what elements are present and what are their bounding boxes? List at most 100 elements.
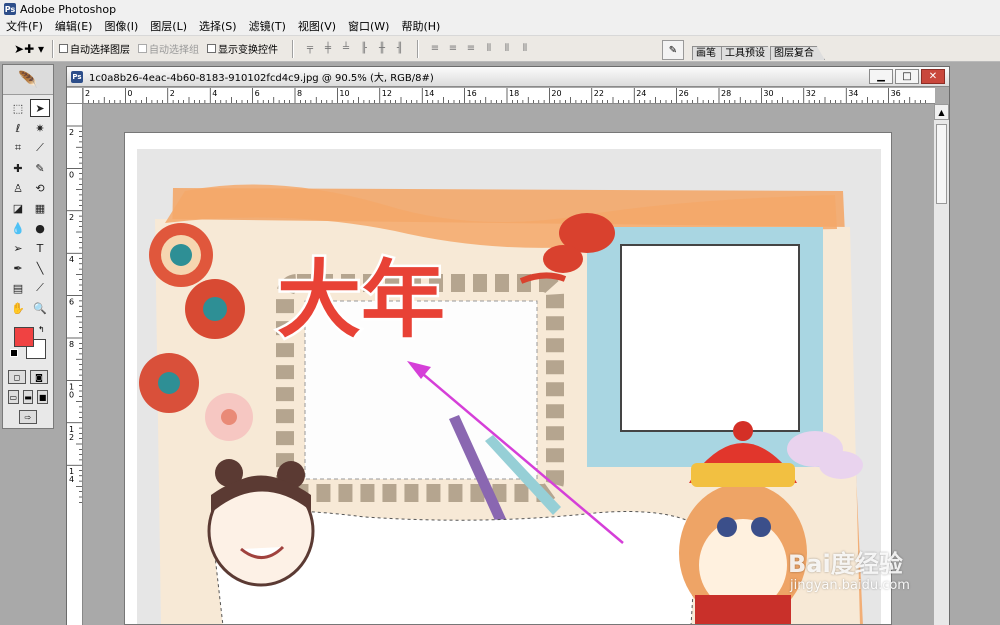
screen-mode-full-icon[interactable]: ■ [37, 390, 49, 404]
mask-mode-row: ◻ ◙ [3, 367, 53, 387]
app-title: Adobe Photoshop [20, 2, 117, 16]
scroll-thumb[interactable] [936, 124, 947, 204]
minimize-button[interactable]: ▁ [869, 69, 893, 84]
slice-icon[interactable]: ⟋ [30, 139, 50, 157]
maximize-button[interactable]: □ [895, 69, 919, 84]
image-canvas[interactable]: 大年 [124, 132, 892, 625]
photoshop-icon: Ps [4, 3, 16, 15]
vertical-ruler[interactable]: 202468101214 [67, 104, 83, 625]
ruler-label: 18 [509, 89, 519, 98]
ruler-label: 34 [848, 89, 858, 98]
checkbox-box[interactable] [207, 44, 216, 53]
clone-stamp-icon[interactable]: ♙ [8, 179, 28, 197]
divider [417, 39, 418, 58]
ruler-label: 30 [763, 89, 773, 98]
distribute-top-icon[interactable]: ≡ [428, 42, 442, 56]
distribute-right-icon[interactable]: ⦀ [518, 42, 532, 56]
gradient-icon[interactable]: ▦ [30, 199, 50, 217]
move-icon[interactable]: ➤✚ ▾ [12, 39, 46, 59]
menu-help[interactable]: 帮助(H) [395, 19, 446, 35]
show-transform-checkbox[interactable]: 显示变换控件 [207, 41, 278, 56]
ruler-label: 4 [69, 475, 74, 484]
ruler-label: 26 [679, 89, 689, 98]
menu-view[interactable]: 视图(V) [292, 19, 342, 35]
swap-colors-icon[interactable]: ↰ [38, 325, 45, 334]
menu-filter[interactable]: 滤镜(T) [243, 19, 292, 35]
divider [52, 39, 53, 58]
align-hcenter-icon[interactable]: ╫ [375, 42, 389, 56]
color-swatches: ↰ [8, 325, 48, 363]
horizontal-ruler[interactable]: 2 0 2 4 6 8 10 12 14 16 18 20 22 24 26 28 30 32 34 36 [83, 88, 935, 104]
scroll-up-icon[interactable]: ▲ [934, 104, 949, 120]
menu-image[interactable]: 图像(I) [98, 19, 144, 35]
path-select-icon[interactable]: ➢ [8, 239, 28, 257]
type-icon[interactable]: T [30, 239, 50, 257]
tab-tool-presets[interactable]: 工具预设 [721, 46, 776, 60]
show-transform-label: 显示变换控件 [218, 45, 278, 56]
dodge-icon[interactable]: ● [30, 219, 50, 237]
ruler-corner[interactable] [67, 88, 83, 104]
distribute-bottom-icon[interactable]: ≡ [464, 42, 478, 56]
menu-window[interactable]: 窗口(W) [342, 19, 395, 35]
magic-wand-icon[interactable]: ✷ [30, 119, 50, 137]
ruler-label: 12 [382, 89, 392, 98]
quick-mask-icon[interactable]: ◙ [30, 370, 48, 384]
canvas-headline: 大年 [277, 251, 445, 349]
document-title-bar: Ps 1c0a8b26-4eac-4b60-8183-910102fcd4c9.… [67, 67, 949, 87]
window-buttons: ▁ □ ✕ [869, 69, 945, 84]
checkbox-box[interactable] [59, 44, 68, 53]
ruler-label: 22 [594, 89, 604, 98]
align-right-icon[interactable]: ╢ [393, 42, 407, 56]
align-bottom-icon[interactable]: ╧ [339, 42, 353, 56]
tool-grid: ⬚ ➤ ℓ ✷ ⌗ ⟋ ✚ ✎ ♙ ⟲ ◪ ▦ 💧 ● ➢ T ✒ ╲ ▤ ⟋ … [3, 95, 53, 321]
default-colors-icon[interactable] [10, 349, 18, 357]
ruler-label: 36 [891, 89, 901, 98]
distribute-vcenter-icon[interactable]: ≡ [446, 42, 460, 56]
menu-edit[interactable]: 编辑(E) [49, 19, 99, 35]
ruler-label: 24 [636, 89, 646, 98]
ruler-label: 2 [85, 89, 90, 98]
foreground-color[interactable] [14, 327, 34, 347]
standard-mode-icon[interactable]: ◻ [8, 370, 26, 384]
jump-to-imageready-icon[interactable]: ⇨ [19, 410, 37, 424]
screen-mode-standard-icon[interactable]: ▭ [8, 390, 19, 404]
lasso-icon[interactable]: ℓ [8, 119, 28, 137]
distribute-hcenter-icon[interactable]: ⦀ [500, 42, 514, 56]
screen-mode-full-menu-icon[interactable]: ▬ [22, 390, 34, 404]
tab-layer-comps[interactable]: 图层复合 [770, 46, 825, 60]
ruler-label: 2 [170, 89, 175, 98]
notes-icon[interactable]: ▤ [8, 279, 28, 297]
pen-icon[interactable]: ✒ [8, 259, 28, 277]
align-top-icon[interactable]: ╤ [303, 42, 317, 56]
ruler-ticks: 202468101214 [67, 125, 82, 503]
line-icon[interactable]: ╲ [30, 259, 50, 277]
marquee-icon[interactable]: ⬚ [8, 99, 28, 117]
move-tool-icon[interactable]: ➤ [30, 99, 50, 117]
healing-brush-icon[interactable]: ✚ [8, 159, 28, 177]
auto-select-group-checkbox[interactable]: 自动选择组 [138, 41, 199, 56]
ruler-label: 28 [721, 89, 731, 98]
vertical-scrollbar[interactable]: ▲ [933, 104, 949, 625]
menu-file[interactable]: 文件(F) [0, 19, 49, 35]
ruler-label: 2 [69, 213, 74, 222]
blur-icon[interactable]: 💧 [8, 219, 28, 237]
crop-icon[interactable]: ⌗ [8, 139, 28, 157]
close-button[interactable]: ✕ [921, 69, 945, 84]
align-left-icon[interactable]: ╟ [357, 42, 371, 56]
eraser-icon[interactable]: ◪ [8, 199, 28, 217]
brush-icon[interactable]: ✎ [30, 159, 50, 177]
history-brush-icon[interactable]: ⟲ [30, 179, 50, 197]
file-browser-icon[interactable]: ✎ [662, 40, 684, 60]
hand-icon[interactable]: ✋ [8, 299, 28, 317]
ruler-ticks: 2 0 2 4 6 8 10 12 14 16 18 20 22 24 26 28 30 32 34 36 [83, 88, 927, 103]
align-vcenter-icon[interactable]: ╪ [321, 42, 335, 56]
checkbox-box[interactable] [138, 44, 147, 53]
zoom-icon[interactable]: 🔍 [30, 299, 50, 317]
auto-select-layer-checkbox[interactable]: 自动选择图层 [59, 41, 130, 56]
eyedropper-icon[interactable]: ⟋ [30, 279, 50, 297]
menu-select[interactable]: 选择(S) [193, 19, 243, 35]
distribute-left-icon[interactable]: ⦀ [482, 42, 496, 56]
ruler-label: 20 [551, 89, 561, 98]
photoshop-icon: Ps [71, 70, 83, 83]
menu-layer[interactable]: 图层(L) [144, 19, 193, 35]
